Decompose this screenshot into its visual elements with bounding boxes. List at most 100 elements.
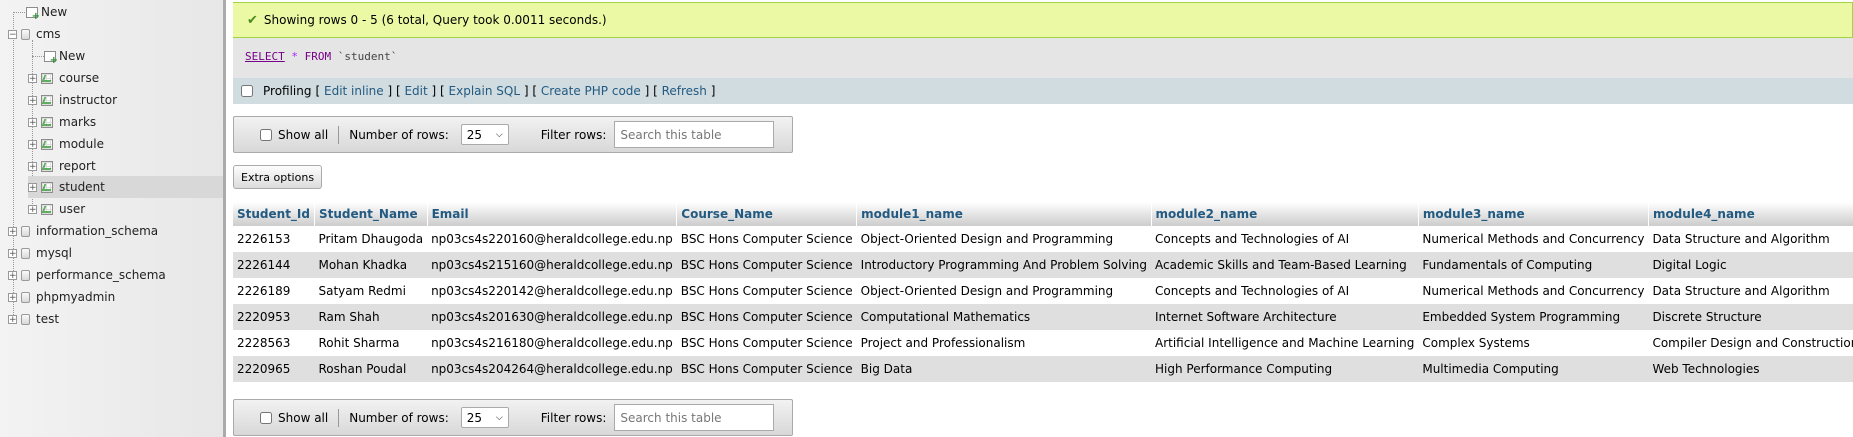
- table-row[interactable]: 2226189 Satyam Redmi np03cs4s220142@hera…: [233, 278, 1853, 304]
- cell-module1-name[interactable]: Introductory Programming And Problem Sol…: [856, 252, 1151, 278]
- expand-icon[interactable]: +: [8, 226, 17, 236]
- tree-item-new-table[interactable]: New: [44, 46, 85, 66]
- tree-item-cms[interactable]: − cms: [8, 24, 61, 44]
- cell-student-name[interactable]: Mohan Khadka: [314, 252, 428, 278]
- column-header-module4-name[interactable]: module4_name: [1648, 202, 1853, 226]
- cell-course-name[interactable]: BSC Hons Computer Science: [676, 278, 857, 304]
- expand-icon[interactable]: +: [28, 204, 37, 214]
- column-header-module3-name[interactable]: module3_name: [1418, 202, 1649, 226]
- create-php-code-link[interactable]: Create PHP code: [541, 84, 641, 98]
- table-row[interactable]: 2220953 Ram Shah np03cs4s201630@heraldco…: [233, 304, 1853, 330]
- sidebar-item-user[interactable]: + user: [28, 199, 85, 219]
- sidebar-item-marks[interactable]: + marks: [28, 112, 96, 132]
- cell-module2-name[interactable]: Concepts and Technologies of AI: [1151, 226, 1419, 252]
- cell-module3-name[interactable]: Complex Systems: [1418, 330, 1649, 356]
- expand-icon[interactable]: +: [8, 314, 17, 324]
- cell-email[interactable]: np03cs4s201630@heraldcollege.edu.np: [427, 304, 677, 330]
- cell-student-name[interactable]: Rohit Sharma: [314, 330, 428, 356]
- sidebar-item-module[interactable]: + module: [28, 134, 104, 154]
- cell-module4-name[interactable]: Compiler Design and Construction: [1648, 330, 1853, 356]
- expand-icon[interactable]: +: [28, 117, 37, 127]
- cell-module4-name[interactable]: Data Structure and Algorithm: [1648, 278, 1853, 304]
- profiling-checkbox[interactable]: [241, 85, 253, 97]
- tree-item-mysql[interactable]: + mysql: [8, 243, 72, 263]
- column-header-module1-name[interactable]: module1_name: [856, 202, 1152, 226]
- expand-icon[interactable]: +: [28, 161, 37, 171]
- cell-module3-name[interactable]: Numerical Methods and Concurrency: [1418, 226, 1649, 252]
- extra-options-button[interactable]: Extra options: [233, 165, 323, 189]
- cell-email[interactable]: np03cs4s204264@heraldcollege.edu.np: [427, 356, 677, 382]
- tree-item-performance-schema[interactable]: + performance_schema: [8, 265, 166, 285]
- cell-course-name[interactable]: BSC Hons Computer Science: [676, 330, 857, 356]
- sidebar-item-report[interactable]: + report: [28, 156, 96, 176]
- cell-student-id[interactable]: 2220953: [233, 304, 315, 330]
- edit-inline-link[interactable]: Edit inline: [324, 84, 384, 98]
- edit-link[interactable]: Edit: [404, 84, 427, 98]
- cell-email[interactable]: np03cs4s220142@heraldcollege.edu.np: [427, 278, 677, 304]
- tree-item-phpmyadmin[interactable]: + phpmyadmin: [8, 287, 115, 307]
- expand-icon[interactable]: +: [8, 292, 17, 302]
- cell-module4-name[interactable]: Discrete Structure: [1648, 304, 1853, 330]
- cell-email[interactable]: np03cs4s216180@heraldcollege.edu.np: [427, 330, 677, 356]
- column-header-student-name[interactable]: Student_Name: [314, 202, 428, 226]
- expand-icon[interactable]: +: [8, 248, 17, 258]
- cell-student-id[interactable]: 2226144: [233, 252, 315, 278]
- expand-icon[interactable]: +: [8, 270, 17, 280]
- cell-module2-name[interactable]: Artificial Intelligence and Machine Lear…: [1151, 330, 1419, 356]
- cell-student-name[interactable]: Ram Shah: [314, 304, 428, 330]
- filter-rows-input[interactable]: [614, 404, 775, 431]
- cell-course-name[interactable]: BSC Hons Computer Science: [676, 356, 857, 382]
- column-header-student-id[interactable]: Student_Id: [233, 202, 315, 226]
- cell-student-name[interactable]: Satyam Redmi: [314, 278, 428, 304]
- tree-item-information-schema[interactable]: + information_schema: [8, 221, 158, 241]
- refresh-link[interactable]: Refresh: [662, 84, 707, 98]
- number-of-rows-select[interactable]: 25 ⌵: [460, 407, 509, 428]
- filter-rows-input[interactable]: [614, 121, 775, 148]
- cell-student-id[interactable]: 2226189: [233, 278, 315, 304]
- cell-module2-name[interactable]: Internet Software Architecture: [1151, 304, 1419, 330]
- expand-icon[interactable]: +: [28, 73, 37, 83]
- table-row[interactable]: 2226144 Mohan Khadka np03cs4s215160@hera…: [233, 252, 1853, 278]
- explain-sql-link[interactable]: Explain SQL: [449, 84, 521, 98]
- cell-module1-name[interactable]: Object-Oriented Design and Programming: [856, 278, 1151, 304]
- cell-student-id[interactable]: 2220965: [233, 356, 315, 382]
- cell-module4-name[interactable]: Data Structure and Algorithm: [1648, 226, 1853, 252]
- cell-module4-name[interactable]: Web Technologies: [1648, 356, 1853, 382]
- cell-module1-name[interactable]: Project and Professionalism: [856, 330, 1151, 356]
- expand-icon[interactable]: +: [28, 139, 37, 149]
- cell-course-name[interactable]: BSC Hons Computer Science: [676, 252, 857, 278]
- table-row[interactable]: 2220965 Roshan Poudal np03cs4s204264@her…: [233, 356, 1853, 382]
- cell-module2-name[interactable]: High Performance Computing: [1151, 356, 1419, 382]
- column-header-module2-name[interactable]: module2_name: [1151, 202, 1419, 226]
- cell-module2-name[interactable]: Academic Skills and Team-Based Learning: [1151, 252, 1419, 278]
- cell-course-name[interactable]: BSC Hons Computer Science: [676, 226, 857, 252]
- cell-module3-name[interactable]: Embedded System Programming: [1418, 304, 1649, 330]
- cell-module4-name[interactable]: Digital Logic: [1648, 252, 1853, 278]
- number-of-rows-select[interactable]: 25 ⌵: [460, 124, 509, 145]
- cell-student-id[interactable]: 2228563: [233, 330, 315, 356]
- sidebar-item-course[interactable]: + course: [28, 68, 99, 88]
- cell-course-name[interactable]: BSC Hons Computer Science: [676, 304, 857, 330]
- sql-query-display[interactable]: SELECT * FROM `student`: [233, 38, 1853, 78]
- cell-module2-name[interactable]: Concepts and Technologies of AI: [1151, 278, 1419, 304]
- column-header-course-name[interactable]: Course_Name: [676, 202, 858, 226]
- cell-module3-name[interactable]: Fundamentals of Computing: [1418, 252, 1649, 278]
- cell-email[interactable]: np03cs4s215160@heraldcollege.edu.np: [427, 252, 677, 278]
- sidebar-item-instructor[interactable]: + instructor: [28, 90, 117, 110]
- expand-icon[interactable]: +: [28, 95, 37, 105]
- collapse-icon[interactable]: −: [8, 29, 17, 39]
- show-all-checkbox[interactable]: [260, 128, 272, 141]
- cell-module3-name[interactable]: Numerical Methods and Concurrency: [1418, 278, 1649, 304]
- show-all-checkbox[interactable]: [260, 411, 272, 424]
- cell-module1-name[interactable]: Big Data: [856, 356, 1151, 382]
- cell-module3-name[interactable]: Multimedia Computing: [1418, 356, 1649, 382]
- column-header-email[interactable]: Email: [427, 202, 678, 226]
- cell-email[interactable]: np03cs4s220160@heraldcollege.edu.np: [427, 226, 677, 252]
- cell-student-name[interactable]: Roshan Poudal: [314, 356, 428, 382]
- cell-student-id[interactable]: 2226153: [233, 226, 315, 252]
- tree-item-new-database[interactable]: New: [26, 2, 67, 22]
- table-row[interactable]: 2228563 Rohit Sharma np03cs4s216180@hera…: [233, 330, 1853, 356]
- cell-module1-name[interactable]: Computational Mathematics: [856, 304, 1151, 330]
- sidebar-item-student[interactable]: + student: [28, 176, 223, 198]
- table-row[interactable]: 2226153 Pritam Dhaugoda np03cs4s220160@h…: [233, 226, 1853, 252]
